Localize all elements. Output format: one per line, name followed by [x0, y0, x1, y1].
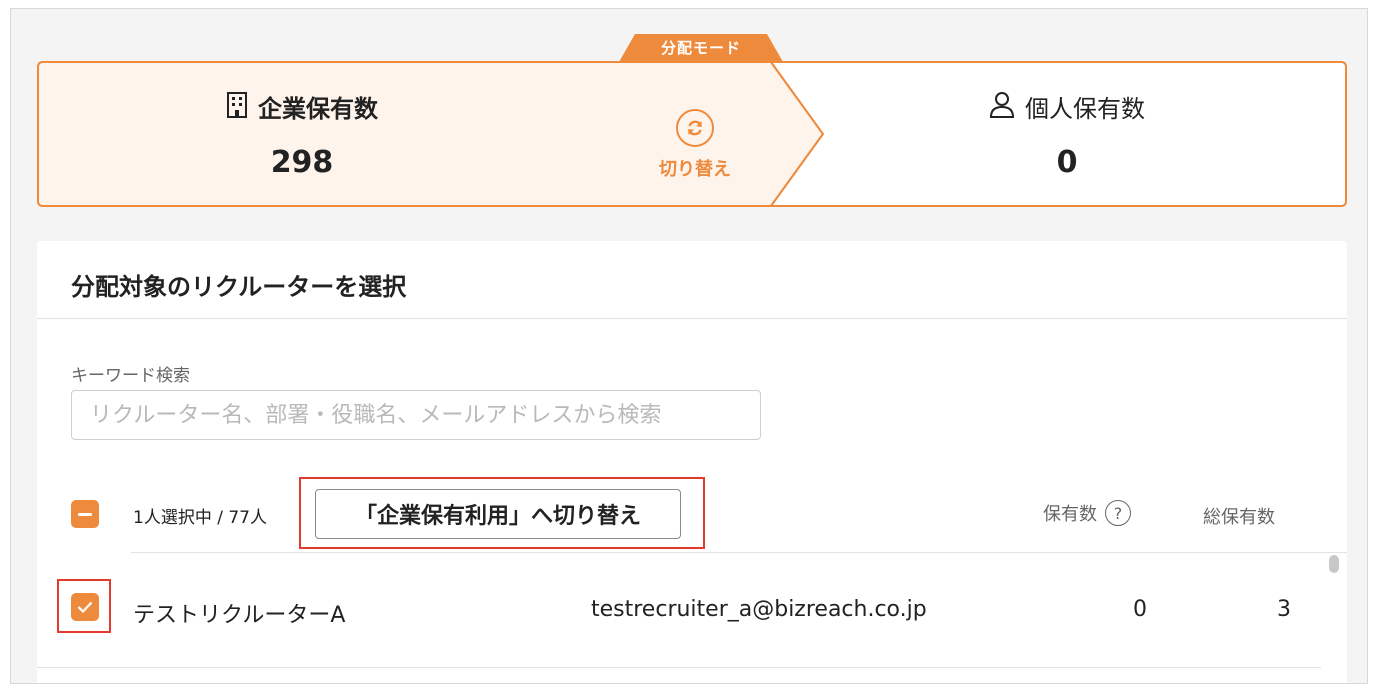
- mode-label: 分配モード: [660, 39, 741, 57]
- row-holdings: 0: [1133, 597, 1147, 622]
- panel-title: 分配対象のリクルーターを選択: [71, 273, 407, 301]
- app-frame: 分配モード 企業保有数 298 切り替え 個人保有数 0 分配対象のリクルーター…: [10, 8, 1368, 684]
- search-label: キーワード検索: [71, 366, 190, 386]
- switch-mode-button[interactable]: 切り替え: [641, 109, 749, 189]
- corporate-count: 298: [270, 145, 334, 180]
- personal-title-label: 個人保有数: [1025, 95, 1145, 123]
- column-total: 総保有数: [1203, 507, 1275, 528]
- corporate-title: 企業保有数: [37, 89, 567, 124]
- selected-count: 1人選択中 / 77人: [133, 508, 267, 528]
- column-holdings-label: 保有数: [1043, 504, 1097, 525]
- indeterminate-icon: [78, 512, 92, 516]
- personal-title: 個人保有数: [787, 89, 1347, 124]
- recruiter-selection-panel: 分配対象のリクルーターを選択 キーワード検索 1人選択中 / 77人 「企業保有…: [37, 241, 1347, 683]
- row-email: testrecruiter_a@bizreach.co.jp: [591, 597, 927, 622]
- refresh-icon: [676, 109, 714, 147]
- switch-label: 切り替え: [659, 159, 731, 180]
- person-icon: [989, 91, 1015, 123]
- scrollbar[interactable]: [1325, 553, 1343, 683]
- panel-divider: [37, 318, 1347, 319]
- row-total: 3: [1277, 597, 1291, 622]
- personal-holdings: 個人保有数 0: [787, 61, 1347, 207]
- building-icon: [226, 91, 248, 122]
- row-name: テストリクルーターA: [133, 603, 346, 628]
- column-holdings: 保有数 ?: [1043, 500, 1131, 526]
- row-checkbox[interactable]: [71, 593, 99, 621]
- corporate-holdings: 企業保有数 298: [37, 61, 567, 207]
- select-all-checkbox[interactable]: [71, 500, 99, 528]
- personal-count: 0: [1056, 145, 1078, 180]
- corporate-title-label: 企業保有数: [258, 95, 378, 123]
- switch-to-corporate-button[interactable]: 「企業保有利用」へ切り替え: [315, 489, 681, 539]
- help-icon[interactable]: ?: [1105, 500, 1131, 526]
- check-icon: [77, 601, 93, 613]
- scroll-thumb[interactable]: [1329, 555, 1339, 573]
- search-input[interactable]: [71, 390, 761, 440]
- row-divider: [37, 667, 1321, 668]
